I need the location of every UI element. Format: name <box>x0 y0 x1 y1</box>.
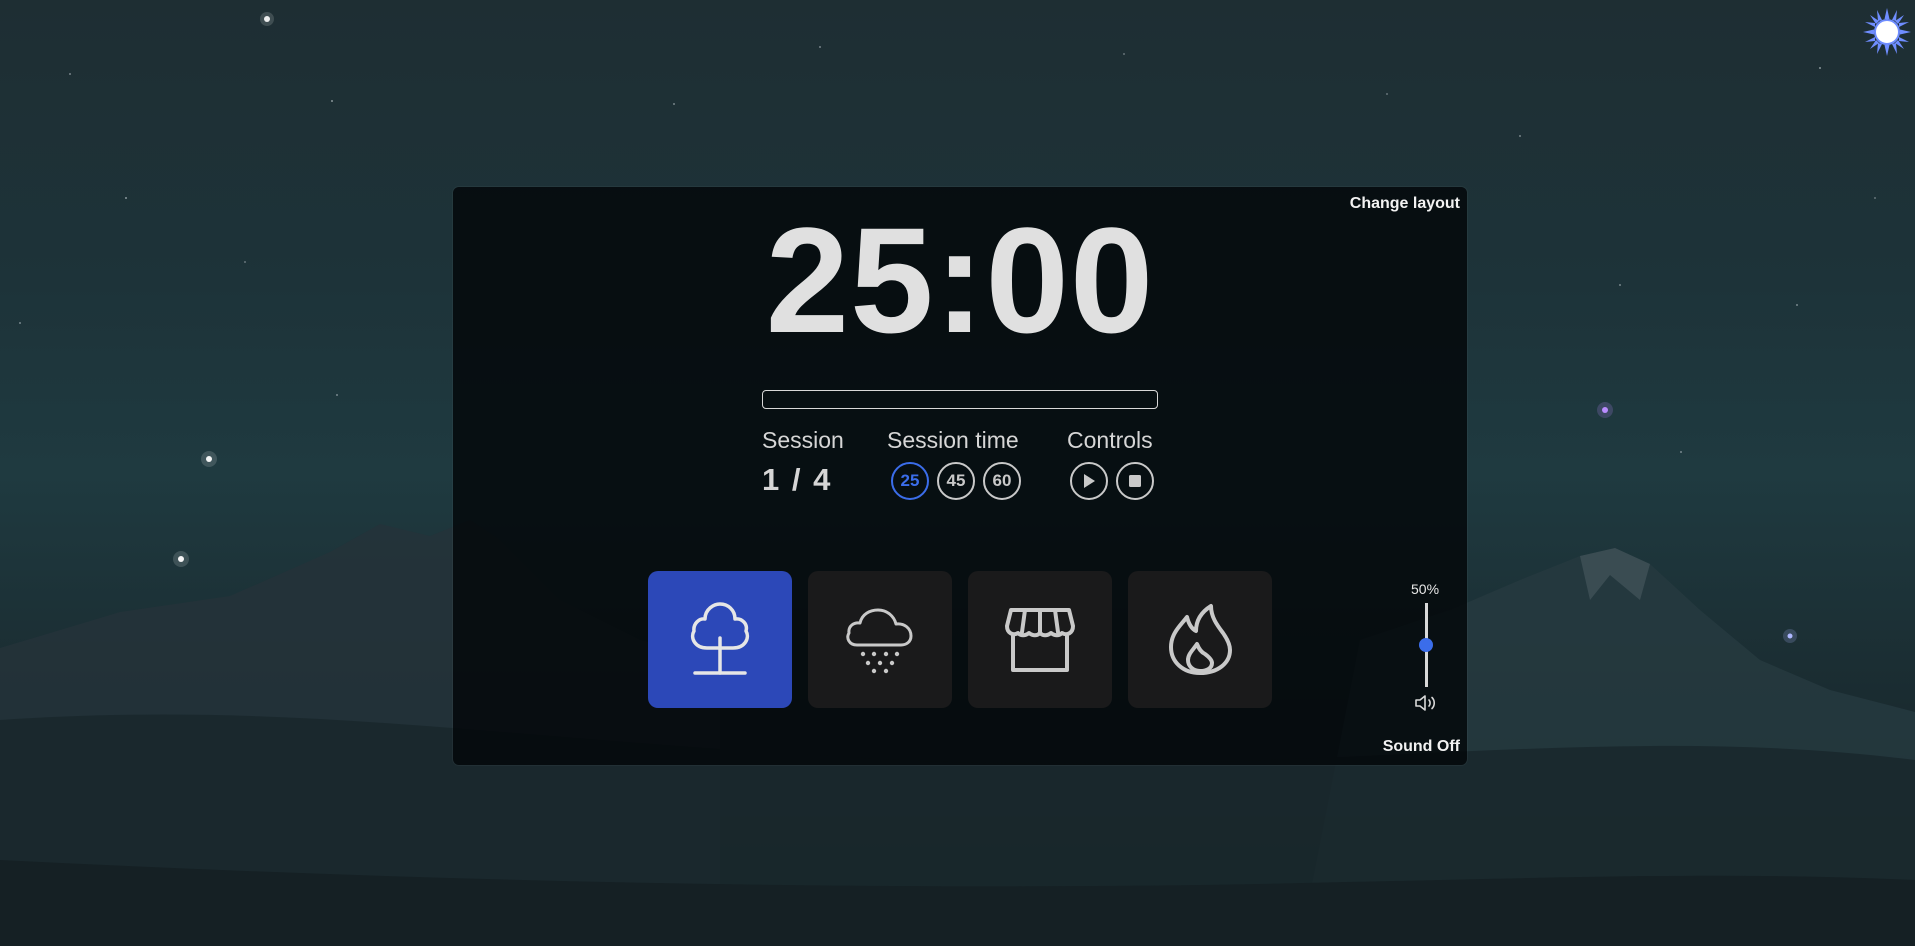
flame-icon <box>1169 603 1232 675</box>
session-time-label: Session time <box>887 427 1019 453</box>
tree-icon <box>690 601 750 675</box>
sun-icon <box>1863 8 1911 56</box>
app-background: Change layout 25:00 Session 1 / 4 Sessio… <box>0 0 1915 946</box>
ambient-sound-selector <box>648 571 1272 708</box>
controls-block: Controls <box>1067 429 1154 500</box>
sound-tile-forest[interactable] <box>648 571 792 708</box>
timer-display: 25:00 <box>765 196 1155 364</box>
play-button[interactable] <box>1070 462 1108 500</box>
session-label: Session <box>762 427 844 453</box>
mute-button[interactable] <box>1414 693 1438 718</box>
progress-bar <box>762 390 1158 409</box>
session-count: 1 / 4 <box>762 462 833 497</box>
sound-tile-cafe[interactable] <box>968 571 1112 708</box>
session-block: Session 1 / 4 <box>762 429 844 498</box>
session-time-25-button[interactable]: 25 <box>891 462 929 500</box>
session-time-45-button[interactable]: 45 <box>937 462 975 500</box>
snow-cloud-icon <box>846 608 913 673</box>
sound-toggle-button[interactable]: Sound Off <box>1383 738 1460 756</box>
play-icon <box>1084 474 1095 488</box>
session-time-60-button[interactable]: 60 <box>983 462 1021 500</box>
sound-tile-rain[interactable] <box>808 571 952 708</box>
session-time-block: Session time 25 45 60 <box>887 429 1021 500</box>
timer-panel: Change layout 25:00 Session 1 / 4 Sessio… <box>453 187 1467 765</box>
sound-tile-fire[interactable] <box>1128 571 1272 708</box>
volume-slider-thumb[interactable] <box>1419 638 1433 652</box>
controls-label: Controls <box>1067 427 1153 453</box>
volume-percent: 50% <box>1411 581 1440 597</box>
storefront-icon <box>1005 607 1075 672</box>
speaker-icon <box>1415 695 1436 711</box>
stop-icon <box>1129 475 1141 487</box>
stop-button[interactable] <box>1116 462 1154 500</box>
theme-toggle-button[interactable] <box>1863 8 1911 56</box>
